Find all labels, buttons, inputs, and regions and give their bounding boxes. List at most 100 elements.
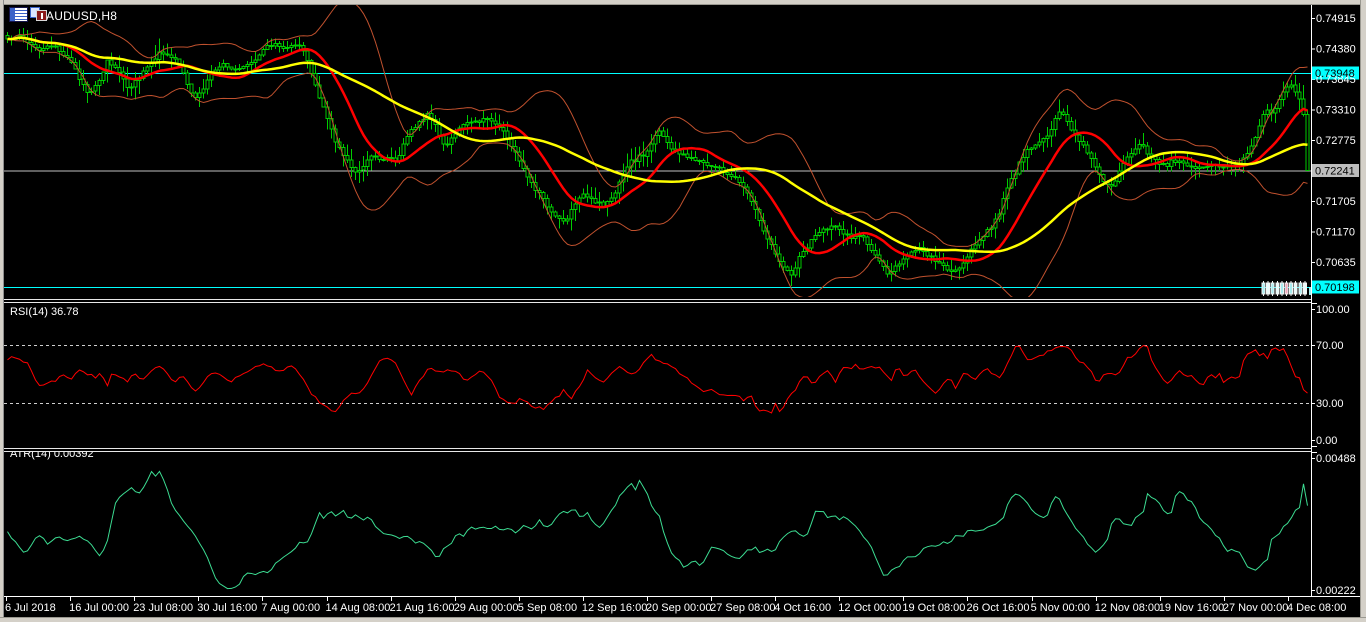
candle-body bbox=[893, 265, 898, 273]
candle-body bbox=[545, 198, 550, 208]
candle-body bbox=[1065, 114, 1070, 122]
pane-splitter-main-rsi[interactable] bbox=[4, 297, 1311, 303]
mini-candles-decoration bbox=[1261, 281, 1311, 296]
candle-body bbox=[1037, 141, 1042, 146]
candle-body bbox=[697, 160, 702, 163]
candle-body bbox=[557, 215, 562, 220]
candle-body bbox=[45, 45, 50, 49]
pane-splitter-rsi-atr[interactable] bbox=[4, 446, 1311, 452]
price-axis-drag-zone[interactable] bbox=[1311, 4, 1360, 596]
candle-body bbox=[693, 156, 698, 162]
candle-body bbox=[553, 211, 558, 217]
candle-body bbox=[173, 57, 178, 60]
candle-body bbox=[1285, 86, 1290, 93]
candle-body bbox=[505, 130, 510, 139]
candle-body bbox=[1173, 159, 1178, 163]
candle-body bbox=[701, 160, 706, 163]
candle-body bbox=[165, 53, 170, 56]
chart-canvas[interactable]: 0.749150.743800.738450.733100.727750.717… bbox=[0, 0, 1366, 622]
candle-body bbox=[1021, 157, 1026, 163]
candle-body bbox=[785, 266, 790, 272]
time-axis-drag-zone[interactable] bbox=[4, 596, 1311, 617]
candle-body bbox=[685, 153, 690, 159]
candle-body bbox=[793, 267, 798, 276]
candle-body bbox=[1113, 180, 1118, 187]
candle-body bbox=[1169, 159, 1174, 168]
candle-body bbox=[641, 154, 646, 157]
candle-body bbox=[829, 225, 834, 230]
candle-body bbox=[1273, 108, 1278, 114]
rsi-pane bbox=[4, 344, 1311, 414]
candle-body bbox=[253, 59, 258, 63]
candle-body bbox=[669, 141, 674, 150]
candle-body bbox=[853, 236, 858, 240]
rsi-name: RSI(14) bbox=[10, 306, 48, 318]
candle-body bbox=[789, 270, 794, 276]
atr-pane bbox=[7, 470, 1308, 590]
candle-body bbox=[821, 228, 826, 233]
candle-body bbox=[257, 54, 262, 61]
grid-icon[interactable] bbox=[9, 7, 28, 22]
candle-body bbox=[1121, 163, 1126, 172]
candle-body bbox=[1221, 166, 1226, 169]
mini-bar bbox=[1284, 282, 1289, 295]
symbol-title: AUDUSD,H8 bbox=[46, 9, 118, 23]
bars-chart-icon[interactable] bbox=[30, 7, 47, 21]
candle-body bbox=[837, 225, 842, 230]
window-frame-right bbox=[1360, 0, 1366, 622]
candle-body bbox=[565, 218, 570, 222]
candle-body bbox=[1049, 129, 1054, 137]
candle-body bbox=[133, 80, 138, 88]
candle-body bbox=[1081, 141, 1086, 146]
candle-body bbox=[441, 135, 446, 145]
candles bbox=[5, 28, 1310, 286]
candle-body bbox=[389, 157, 394, 159]
candle-body bbox=[541, 192, 546, 199]
candle-body bbox=[1161, 163, 1166, 166]
candle-body bbox=[681, 153, 686, 156]
candle-body bbox=[93, 85, 98, 92]
mt4-chart-window: { "window": { "title": "AUDUSD,H8" }, "i… bbox=[0, 0, 1366, 622]
candle-body bbox=[405, 136, 410, 145]
candle-body bbox=[377, 155, 382, 161]
candle-body bbox=[445, 143, 450, 146]
candle-body bbox=[581, 193, 586, 199]
candle-body bbox=[289, 44, 294, 49]
candle-body bbox=[345, 155, 350, 161]
candle-body bbox=[249, 62, 254, 65]
candle-body bbox=[593, 198, 598, 204]
candle-body bbox=[217, 66, 222, 71]
candle-body bbox=[809, 239, 814, 249]
candle-body bbox=[477, 120, 482, 123]
rsi-indicator-label: RSI(14) 36.78 bbox=[10, 306, 79, 318]
candle-body bbox=[1189, 165, 1194, 168]
candle-body bbox=[1297, 91, 1302, 100]
candle-body bbox=[233, 68, 238, 71]
candle-body bbox=[1289, 84, 1294, 88]
candle-body bbox=[801, 250, 806, 257]
candle-body bbox=[1045, 135, 1050, 140]
mini-bar bbox=[1302, 282, 1307, 295]
candle-body bbox=[929, 255, 934, 258]
candle-body bbox=[225, 63, 230, 68]
candle-body bbox=[861, 234, 866, 238]
candle-body bbox=[197, 92, 202, 98]
candle-body bbox=[241, 65, 246, 70]
candle-body bbox=[161, 51, 166, 55]
candle-body bbox=[53, 45, 58, 48]
candle-body bbox=[845, 233, 850, 236]
candle-body bbox=[1305, 113, 1310, 172]
candle-body bbox=[493, 120, 498, 125]
candle-body bbox=[489, 118, 494, 122]
candle-body bbox=[373, 155, 378, 158]
candle-body bbox=[957, 267, 962, 271]
candle-body bbox=[501, 127, 506, 132]
candle-body bbox=[857, 234, 862, 238]
candle-body bbox=[485, 118, 490, 121]
candle-body bbox=[129, 86, 134, 89]
candle-body bbox=[1029, 147, 1034, 150]
candle-body bbox=[1205, 166, 1210, 169]
candle-body bbox=[713, 165, 718, 168]
atr-line bbox=[7, 470, 1308, 590]
candle-body bbox=[1197, 166, 1202, 169]
